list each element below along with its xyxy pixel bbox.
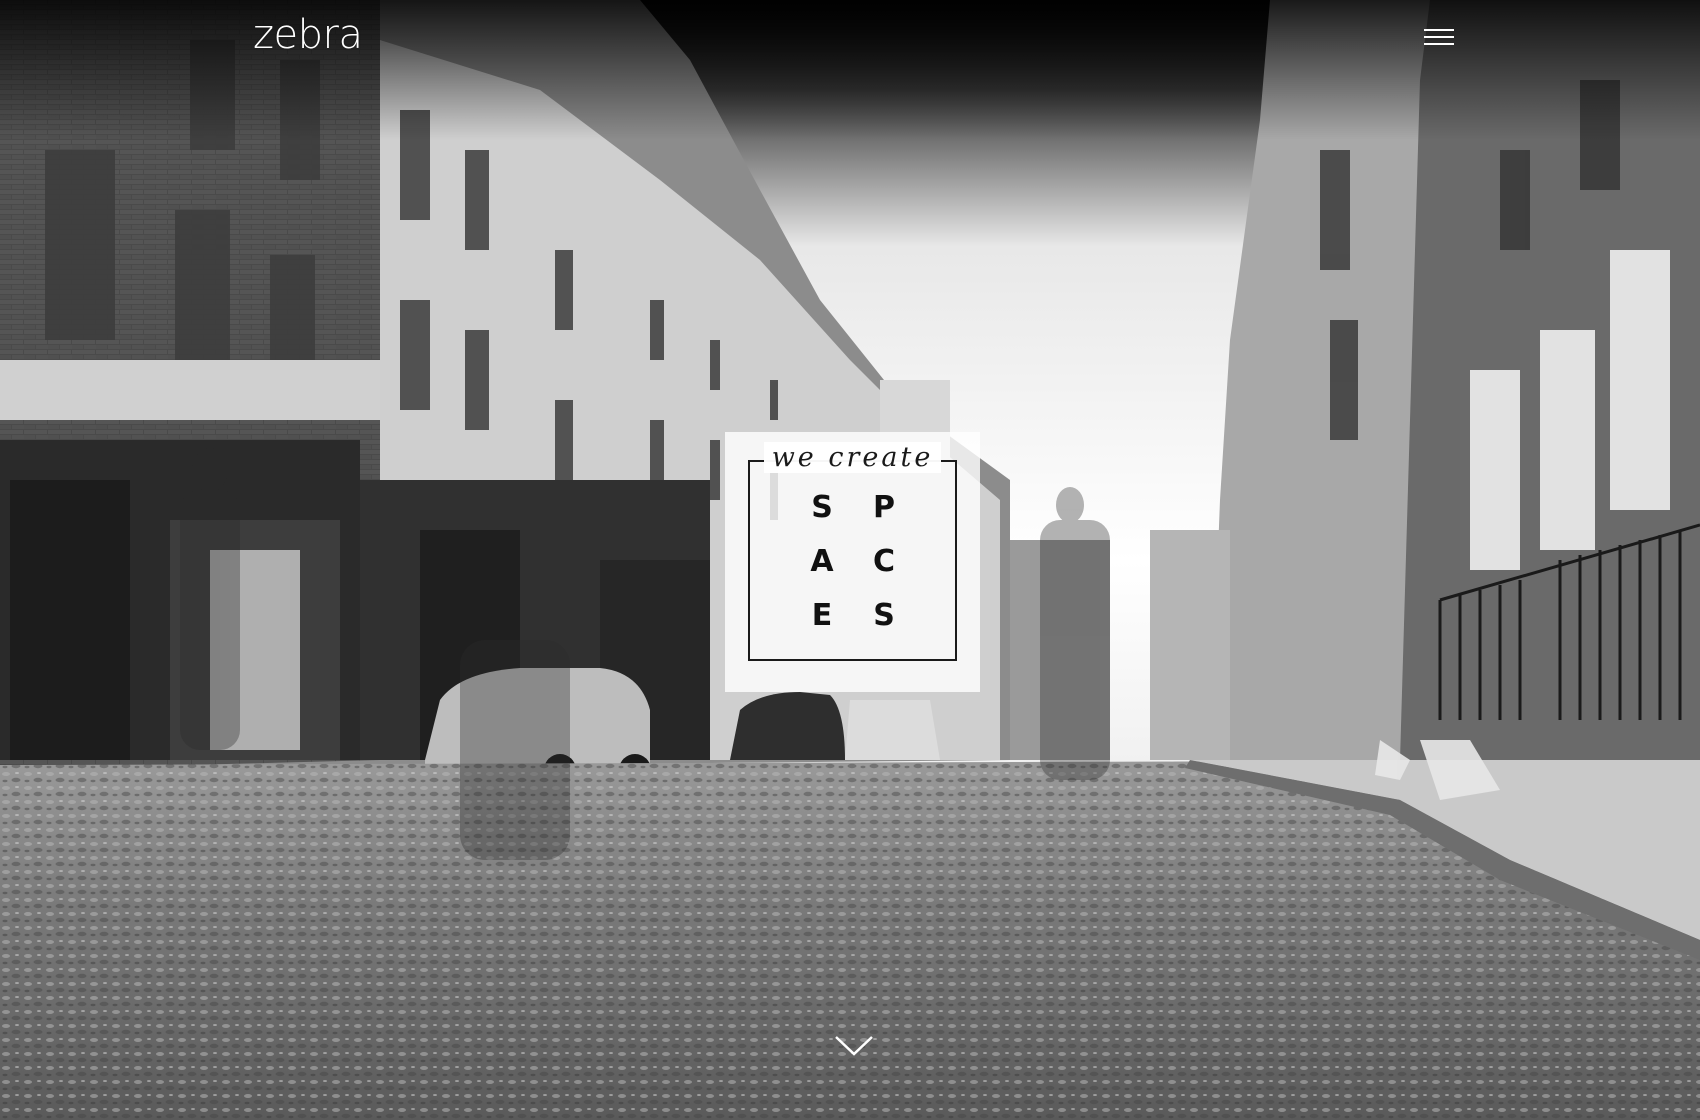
- tagline-letter: S: [811, 490, 833, 525]
- menu-bar: [1424, 36, 1454, 38]
- tagline-letter: S: [873, 598, 895, 633]
- hamburger-menu-icon[interactable]: [1420, 24, 1458, 50]
- chevron-down-icon[interactable]: [834, 1034, 874, 1058]
- tagline-frame: [748, 460, 957, 661]
- tagline-small: we create: [725, 442, 980, 473]
- menu-bar: [1424, 29, 1454, 31]
- tagline-letter: C: [872, 544, 896, 579]
- tagline-small-text: we create: [763, 442, 942, 473]
- hero-section: zebra we create S P A C E S: [0, 0, 1700, 1120]
- menu-bar: [1424, 43, 1454, 45]
- tagline-letter: E: [811, 598, 833, 633]
- tagline-letter: A: [810, 544, 834, 579]
- tagline-letter: P: [873, 490, 895, 525]
- logo[interactable]: zebra: [253, 12, 363, 58]
